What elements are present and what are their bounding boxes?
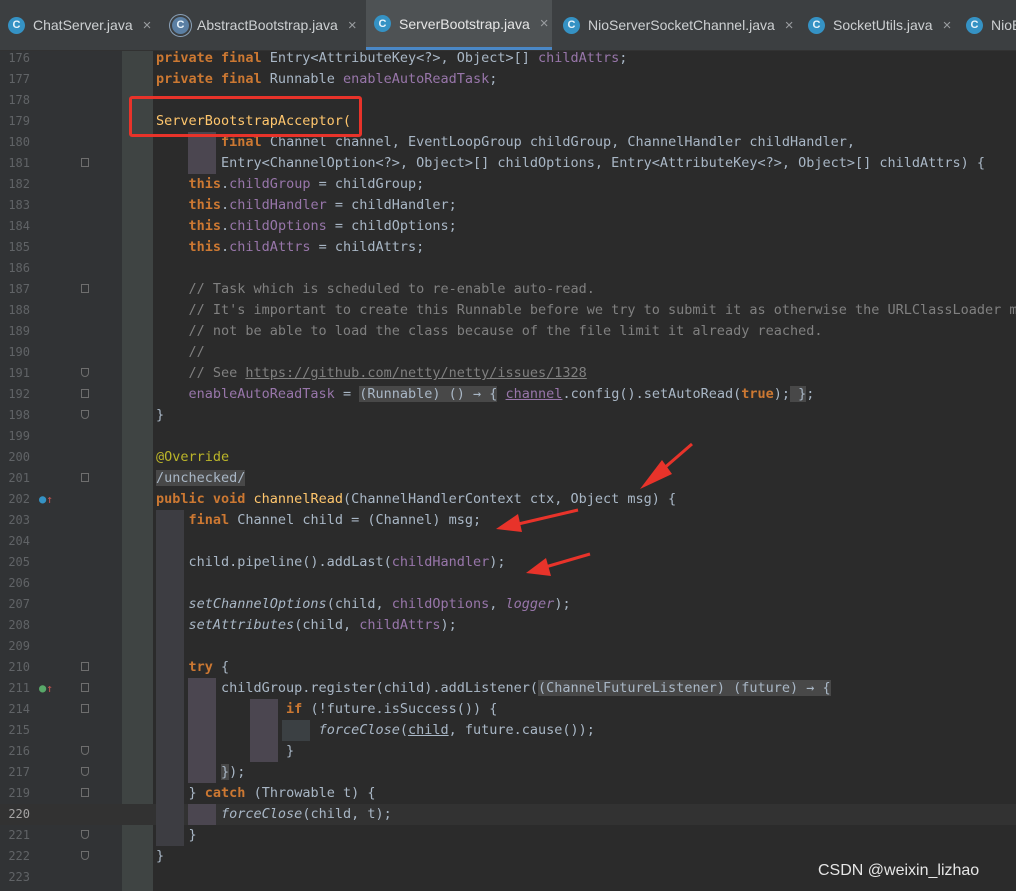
watermark: CSDN @weixin_lizhao	[818, 862, 980, 879]
red-arrow	[526, 552, 591, 576]
annotation-arrows	[496, 442, 693, 576]
red-arrow	[640, 442, 693, 489]
red-arrow	[496, 508, 579, 532]
